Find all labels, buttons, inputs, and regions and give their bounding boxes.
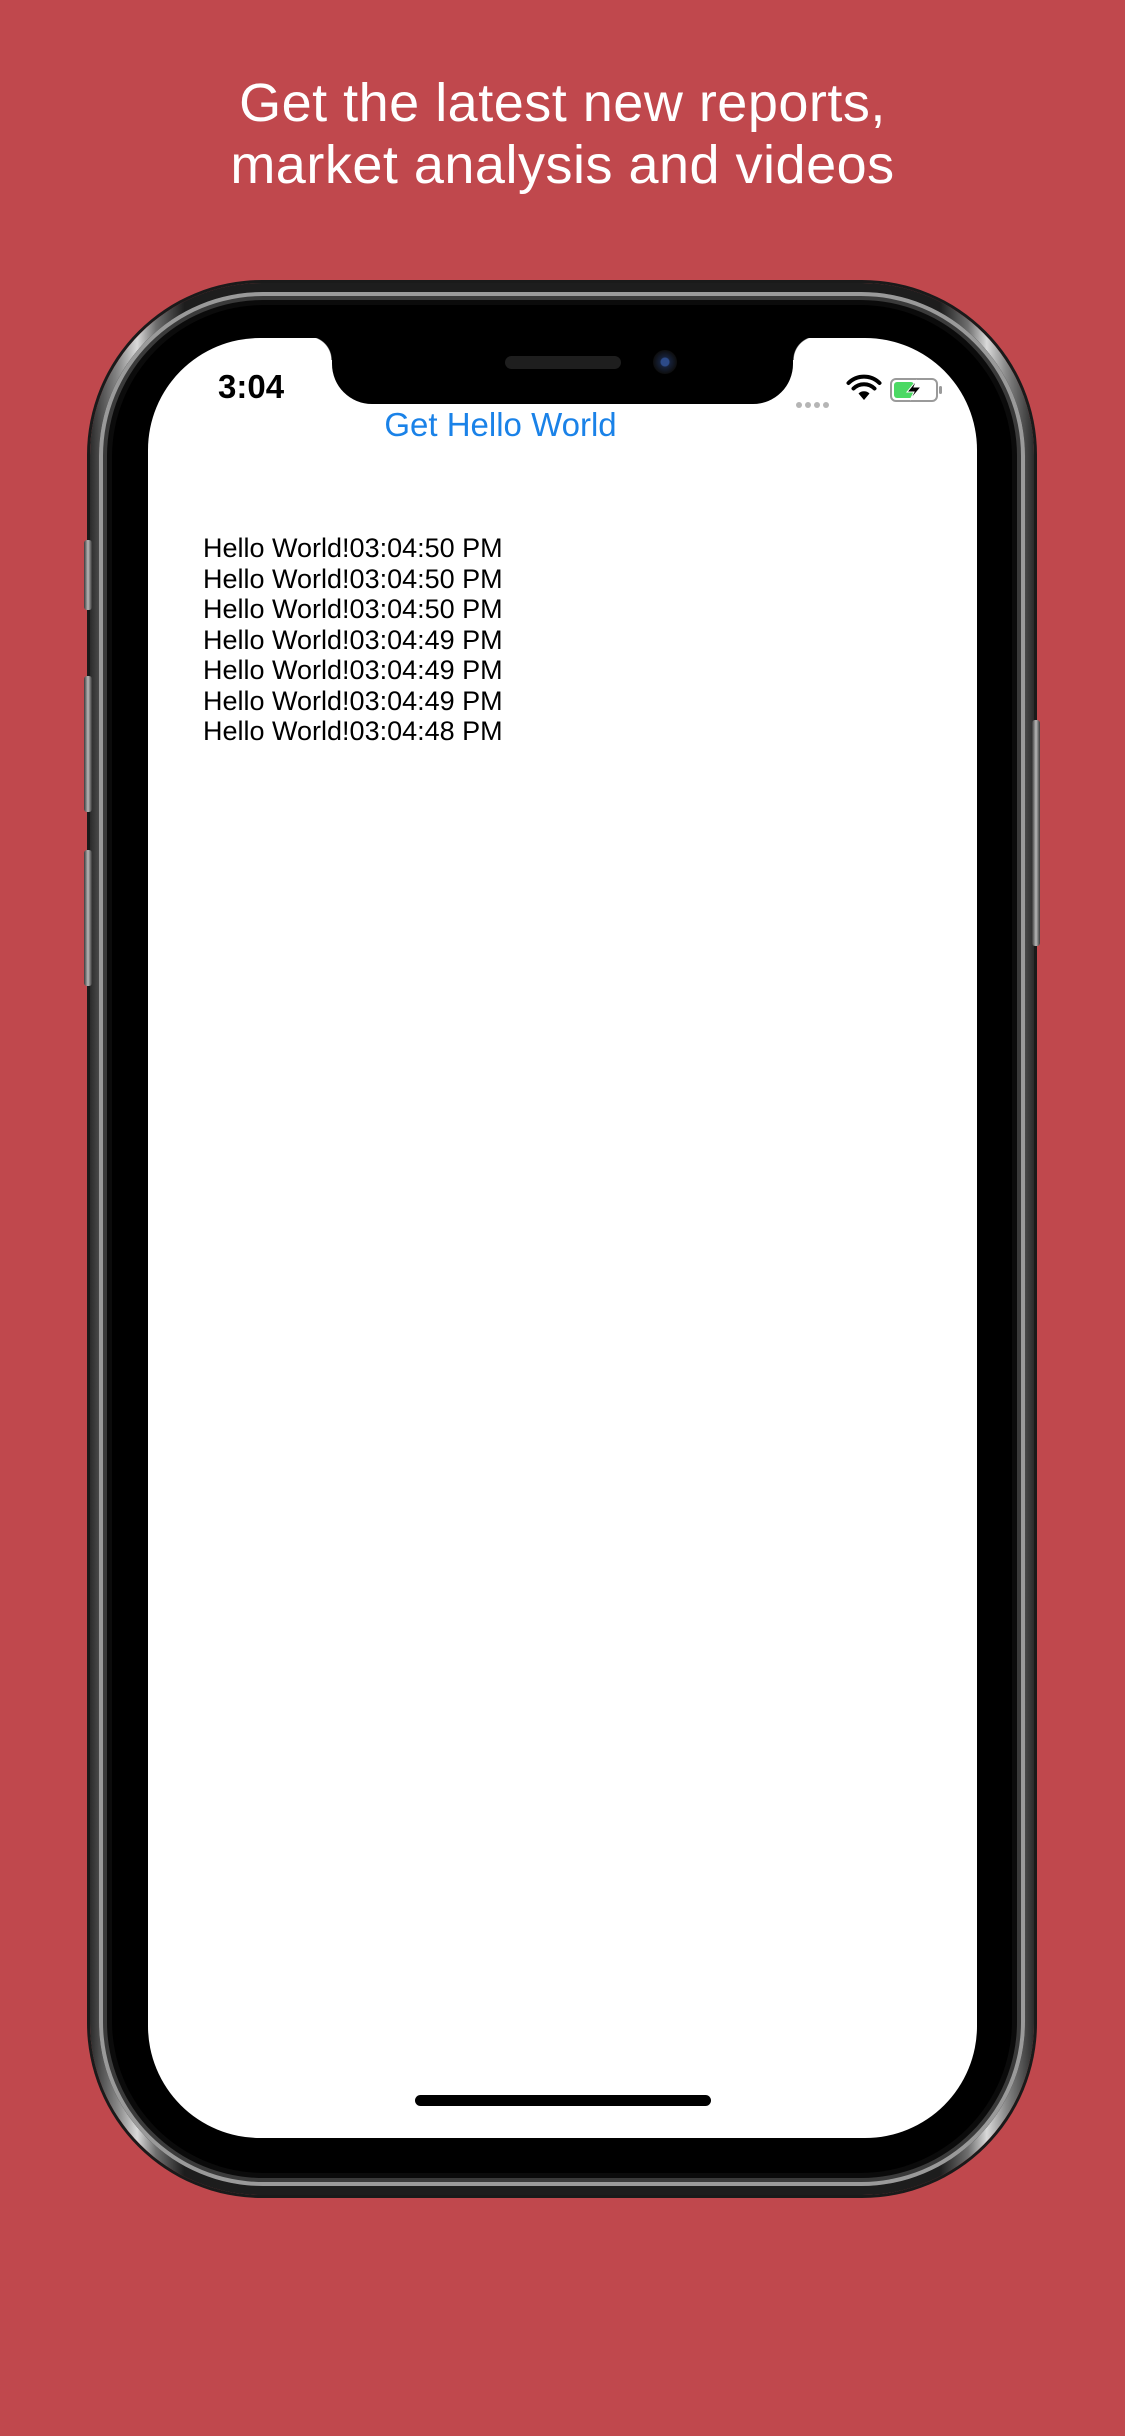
phone-screen: 3:04 Get Hello World Hello World!03:04:5… — [148, 338, 977, 2138]
list-item: Hello World!03:04:50 PM — [203, 533, 503, 563]
front-camera-icon — [653, 350, 677, 374]
notch — [308, 338, 817, 404]
home-indicator[interactable] — [415, 2095, 711, 2106]
promo-headline: Get the latest new reports, market analy… — [0, 72, 1125, 196]
earpiece-speaker — [505, 356, 621, 369]
list-item: Hello World!03:04:49 PM — [203, 624, 503, 655]
list-item: Hello World!03:04:49 PM — [203, 655, 503, 685]
list-item: Hello World!03:04:50 PM — [203, 563, 503, 594]
battery-charging-icon — [890, 378, 942, 402]
promo-headline-line-2: market analysis and videos — [230, 135, 895, 195]
list-item: Hello World!03:04:50 PM — [203, 594, 503, 624]
power-button — [1032, 720, 1040, 946]
volume-up-button — [84, 676, 92, 812]
list-item: Hello World!03:04:48 PM — [203, 716, 503, 746]
get-hello-world-button[interactable]: Get Hello World — [148, 406, 853, 444]
promo-headline-line-1: Get the latest new reports, — [239, 73, 886, 133]
volume-down-button — [84, 850, 92, 986]
message-list: Hello World!03:04:50 PM Hello World!03:0… — [203, 533, 503, 747]
wifi-icon — [846, 374, 882, 400]
status-bar-time: 3:04 — [218, 368, 285, 405]
list-item: Hello World!03:04:49 PM — [203, 685, 503, 716]
mute-switch — [84, 540, 92, 610]
